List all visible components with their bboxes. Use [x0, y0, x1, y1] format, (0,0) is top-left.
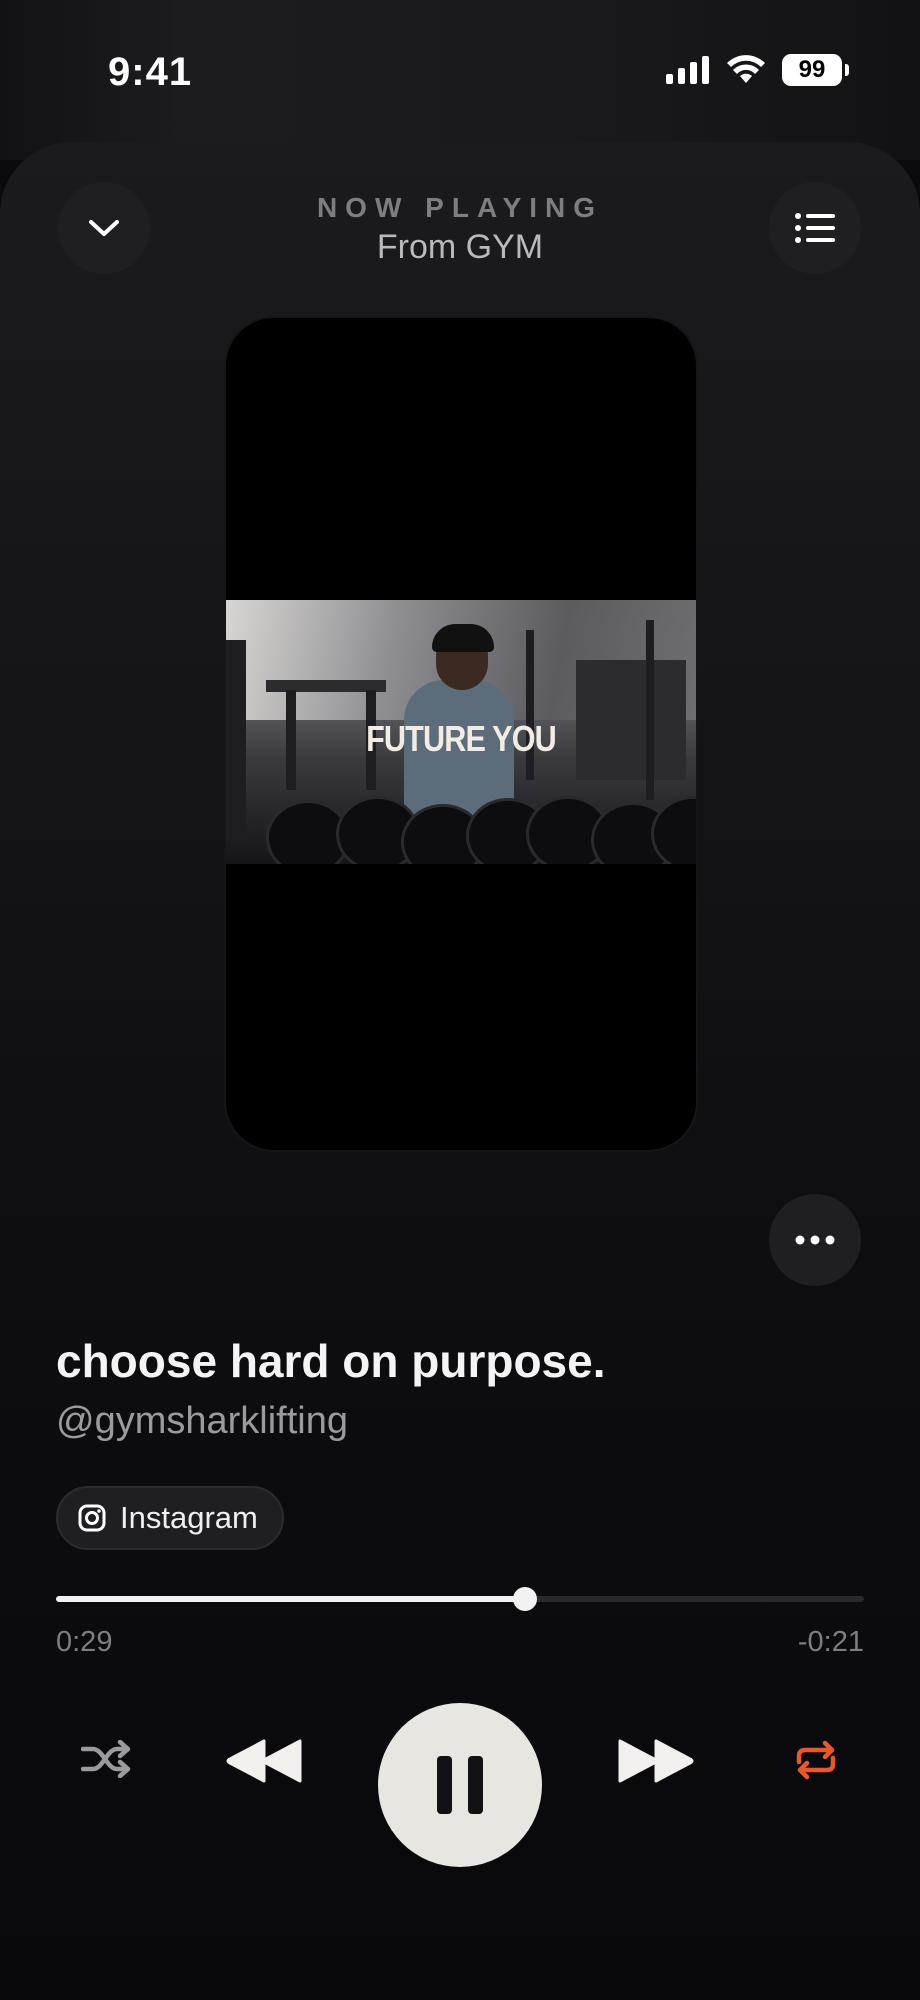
- pause-icon: [437, 1756, 483, 1814]
- repeat-icon: [796, 1740, 836, 1780]
- list-icon: [795, 213, 835, 243]
- wifi-icon: [727, 55, 765, 83]
- source-chip-label: Instagram: [120, 1500, 258, 1535]
- rewind-icon: [226, 1739, 302, 1783]
- video-overlay-caption: FUTURE YOU: [366, 718, 557, 759]
- progress-fill: [56, 1596, 525, 1602]
- shuffle-button[interactable]: [78, 1739, 134, 1779]
- status-icons: 99: [666, 54, 849, 86]
- track-title: choose hard on purpose.: [56, 1335, 606, 1387]
- track-artist[interactable]: @gymsharklifting: [56, 1400, 348, 1443]
- queue-button[interactable]: [769, 182, 861, 274]
- play-pause-button[interactable]: [378, 1703, 542, 1867]
- source-chip[interactable]: Instagram: [56, 1486, 284, 1550]
- instagram-icon: [78, 1504, 106, 1532]
- more-options-button[interactable]: [769, 1194, 861, 1286]
- status-bar: 9:41 99: [0, 0, 920, 150]
- battery-indicator: 99: [782, 54, 849, 86]
- status-time: 9:41: [108, 50, 193, 94]
- video-player[interactable]: FUTURE YOU: [224, 316, 698, 1152]
- repeat-button[interactable]: [790, 1739, 842, 1781]
- cellular-signal-icon: [666, 56, 709, 84]
- video-frame: FUTURE YOU: [226, 600, 696, 864]
- ellipsis-icon: [795, 1235, 835, 1245]
- shuffle-icon: [81, 1740, 131, 1778]
- now-playing-sheet: NOW PLAYING From GYM FUTURE YOU choose h…: [0, 142, 920, 2000]
- progress-knob[interactable]: [512, 1587, 537, 1611]
- elapsed-time: 0:29: [56, 1626, 113, 1658]
- fast-forward-icon: [618, 1739, 694, 1783]
- next-button[interactable]: [614, 1736, 698, 1786]
- progress-slider[interactable]: [56, 1587, 864, 1611]
- previous-button[interactable]: [222, 1736, 306, 1786]
- remaining-time: -0:21: [797, 1626, 864, 1658]
